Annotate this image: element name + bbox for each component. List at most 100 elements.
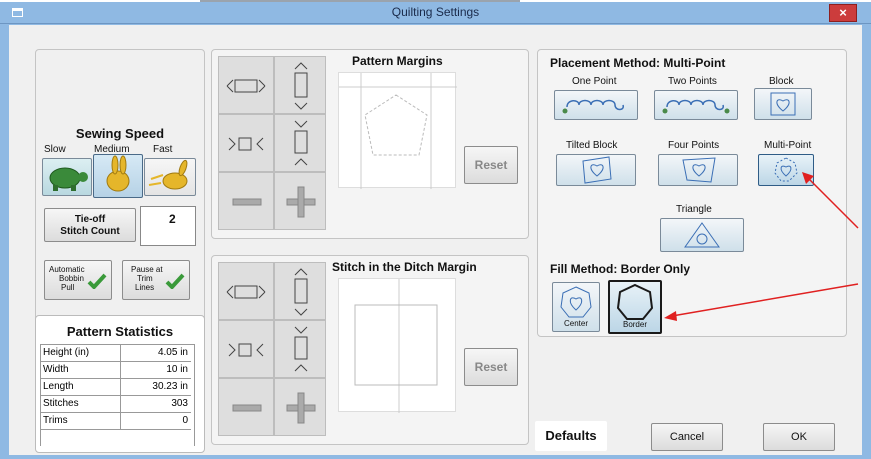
shrink-vertical-icon [294, 120, 308, 166]
stat-value: 4.05 in [157, 347, 188, 358]
ok-button[interactable]: OK [763, 423, 835, 451]
pause-at-trim-lines-toggle[interactable]: Pause at Trim Lines [122, 260, 190, 300]
sewing-speed-panel: Sewing Speed Slow Medium Fast Tie-off St… [35, 49, 205, 325]
minus-icon [232, 404, 262, 412]
expand-vertical-icon [294, 268, 308, 316]
expand-horizontal-icon [226, 79, 266, 93]
pattern-margins-title: Pattern Margins [352, 54, 443, 68]
shrink-horizontal-button[interactable] [218, 114, 274, 172]
ditch-margin-title: Stitch in the Ditch Margin [332, 260, 477, 274]
one-point-label: One Point [572, 76, 617, 87]
stat-label: Width [43, 364, 69, 375]
center-fill-icon [560, 286, 592, 318]
tilted-block-icon [582, 156, 612, 184]
stat-value: 10 in [166, 364, 188, 375]
block-heart-icon [770, 92, 796, 116]
stat-value: 303 [171, 398, 188, 409]
tieoff-value-field[interactable]: 2 [140, 206, 196, 246]
stat-value: 0 [182, 415, 188, 426]
dialog-client: Sewing Speed Slow Medium Fast Tie-off St… [9, 25, 862, 455]
triangle-label: Triangle [676, 204, 712, 215]
minus-icon [232, 198, 262, 206]
stat-label: Trims [43, 415, 68, 426]
four-points-label: Four Points [668, 140, 720, 151]
tieoff-label-line1: Tie-off [74, 214, 106, 225]
fill-method-title: Fill Method: Border Only [550, 262, 690, 276]
speed-fast-label: Fast [153, 144, 173, 155]
multi-point-icon [774, 157, 798, 182]
ditch-decrease-button[interactable] [218, 378, 274, 436]
automatic-bobbin-pull-toggle[interactable]: Automatic Bobbin Pull [44, 260, 112, 300]
block-label: Block [769, 76, 794, 87]
defaults-button[interactable]: Defaults [535, 421, 607, 451]
table-row: Length 30.23 in [41, 379, 191, 396]
placement-method-panel: Placement Method: Multi-Point One Point … [537, 49, 847, 337]
ditch-expand-vertical-button[interactable] [274, 262, 326, 320]
tilted-block-button[interactable] [556, 154, 636, 186]
rabbit-icon [106, 155, 130, 192]
expand-vertical-button[interactable] [274, 56, 326, 114]
ditch-margin-preview [338, 278, 456, 413]
pattern-margins-preview [338, 72, 457, 189]
speed-slow-label: Slow [44, 144, 66, 155]
speed-medium-button[interactable] [93, 154, 143, 198]
pattern-statistics-title: Pattern Statistics [66, 324, 174, 339]
stat-value: 30.23 in [152, 381, 188, 392]
cancel-button[interactable]: Cancel [651, 423, 723, 451]
shrink-horizontal-icon [228, 137, 264, 151]
tilted-block-label: Tilted Block [566, 140, 618, 151]
two-points-label: Two Points [668, 76, 717, 87]
shrink-horizontal-icon [228, 343, 264, 357]
tieoff-stitch-count-button[interactable]: Tie-off Stitch Count [44, 208, 136, 242]
one-point-button[interactable] [554, 90, 638, 120]
expand-vertical-icon [294, 62, 308, 110]
border-fill-icon [616, 283, 654, 320]
speed-fast-button[interactable] [144, 158, 196, 196]
fill-center-button[interactable]: Center [552, 282, 600, 332]
shrink-vertical-icon [294, 326, 308, 372]
expand-horizontal-button[interactable] [218, 56, 274, 114]
plus-icon [286, 186, 316, 218]
expand-horizontal-icon [226, 285, 266, 299]
increase-margin-button[interactable] [274, 172, 326, 230]
triangle-button[interactable] [660, 218, 744, 252]
multi-point-label: Multi-Point [764, 140, 812, 151]
fill-center-label: Center [563, 319, 588, 328]
table-row: Stitches 303 [41, 396, 191, 413]
checkmark-icon [165, 273, 185, 289]
ditch-increase-button[interactable] [274, 378, 326, 436]
stat-label: Stitches [43, 398, 79, 409]
speed-slow-button[interactable] [42, 158, 92, 196]
turtle-icon [49, 167, 88, 191]
checkmark-icon [87, 273, 107, 289]
block-button[interactable] [754, 88, 812, 120]
close-button[interactable]: × [829, 4, 857, 22]
four-points-button[interactable] [658, 154, 738, 186]
fill-border-button[interactable]: Border [608, 280, 662, 334]
window-title: Quilting Settings [391, 5, 480, 19]
pattern-statistics-panel: Pattern Statistics Height (in) 4.05 in Wi… [35, 315, 205, 453]
two-points-hearts-icon [662, 99, 730, 114]
decrease-margin-button[interactable] [218, 172, 274, 230]
ditch-shrink-horizontal-button[interactable] [218, 320, 274, 378]
stat-label: Height (in) [43, 347, 90, 358]
block-preview-icon [354, 279, 438, 413]
table-row: Trims 0 [41, 413, 191, 430]
placement-method-title: Placement Method: Multi-Point [550, 56, 726, 70]
pattern-margins-reset-button[interactable]: Reset [464, 146, 518, 184]
pattern-margins-panel: Pattern Margins Reset [211, 49, 529, 239]
statistics-table: Height (in) 4.05 in Width 10 in Length 30.2… [40, 344, 195, 446]
multi-point-button[interactable] [758, 154, 814, 186]
plus-icon [286, 392, 316, 424]
shrink-vertical-button[interactable] [274, 114, 326, 172]
table-row: Height (in) 4.05 in [41, 345, 191, 362]
two-points-button[interactable] [654, 90, 738, 120]
ditch-shrink-vertical-button[interactable] [274, 320, 326, 378]
one-point-hearts-icon [562, 99, 624, 114]
triangle-icon [684, 222, 720, 248]
tieoff-label-line2: Stitch Count [60, 226, 120, 237]
sewing-speed-title: Sewing Speed [75, 126, 165, 141]
ditch-margin-reset-button[interactable]: Reset [464, 348, 518, 386]
four-points-icon [682, 157, 716, 183]
ditch-expand-horizontal-button[interactable] [218, 262, 274, 320]
